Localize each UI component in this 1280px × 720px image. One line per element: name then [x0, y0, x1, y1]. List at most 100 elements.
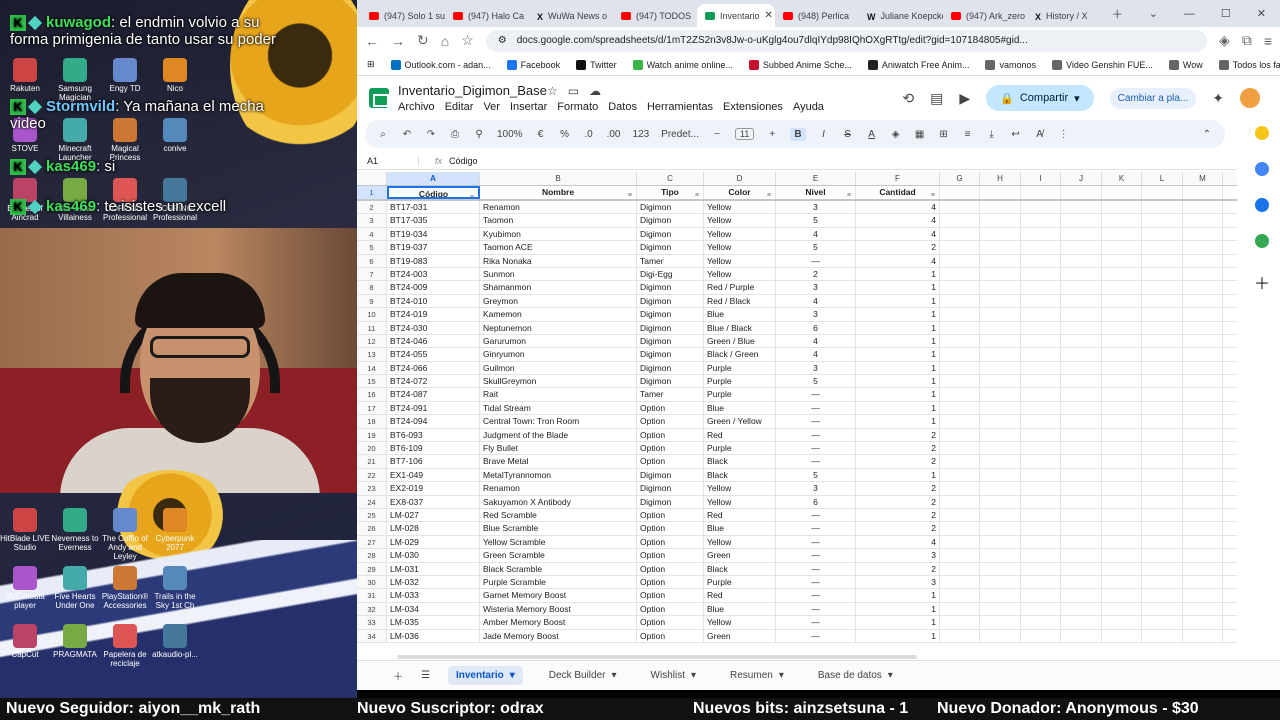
table-cell[interactable]: Black [704, 468, 776, 482]
empty-cell[interactable] [1102, 468, 1142, 482]
row-number[interactable]: 2 [357, 201, 387, 214]
table-cell[interactable]: 4 [776, 294, 856, 308]
empty-cell[interactable] [1102, 227, 1142, 241]
empty-cell[interactable] [1021, 468, 1061, 482]
empty-cell[interactable] [1183, 321, 1223, 334]
table-cell[interactable]: — [776, 549, 856, 562]
table-cell[interactable]: — [776, 602, 856, 616]
empty-cell[interactable] [1061, 415, 1102, 428]
table-cell[interactable]: 3 [776, 482, 856, 495]
empty-cell[interactable] [1183, 535, 1223, 549]
empty-cell[interactable] [1021, 227, 1061, 241]
empty-cell[interactable] [1183, 186, 1223, 199]
column-header[interactable]: E [776, 172, 856, 185]
empty-cell[interactable] [1061, 401, 1102, 415]
table-cell[interactable]: Option [637, 575, 704, 589]
empty-cell[interactable] [1142, 589, 1183, 602]
table-cell[interactable]: 1 [856, 294, 940, 308]
table-cell[interactable]: 2 [856, 495, 940, 508]
empty-cell[interactable] [980, 616, 1021, 629]
table-cell[interactable]: Yellow [704, 616, 776, 629]
empty-cell[interactable] [1142, 535, 1183, 549]
empty-cell[interactable] [1142, 415, 1183, 428]
empty-cell[interactable] [1142, 361, 1183, 375]
table-cell[interactable]: — [776, 508, 856, 522]
menu-item[interactable]: Editar [445, 101, 474, 113]
table-cell[interactable]: 2 [856, 522, 940, 535]
empty-cell[interactable] [1183, 281, 1223, 294]
table-cell[interactable]: BT24-046 [387, 334, 480, 348]
empty-cell[interactable] [1142, 401, 1183, 415]
empty-cell[interactable] [980, 455, 1021, 468]
empty-cell[interactable] [940, 442, 980, 455]
table-cell[interactable]: BT19-034 [387, 227, 480, 241]
table-cell[interactable]: BT19-037 [387, 241, 480, 254]
table-cell[interactable]: Option [637, 629, 704, 642]
table-cell[interactable]: 3 [856, 549, 940, 562]
desktop-icon[interactable]: atkaudio-pl... [150, 624, 200, 659]
sheet-tab[interactable]: Wishlist ▾ [643, 666, 704, 685]
column-header[interactable]: L [1142, 172, 1183, 185]
empty-cell[interactable] [980, 468, 1021, 482]
empty-cell[interactable] [1142, 428, 1183, 442]
table-cell[interactable]: — [776, 388, 856, 401]
text-color-icon[interactable]: A [866, 129, 878, 140]
empty-cell[interactable] [980, 575, 1021, 589]
empty-cell[interactable] [940, 267, 980, 281]
table-cell[interactable]: 2 [856, 428, 940, 442]
empty-cell[interactable] [1102, 375, 1142, 388]
empty-cell[interactable] [980, 254, 1021, 267]
empty-cell[interactable] [1142, 455, 1183, 468]
empty-cell[interactable] [1183, 348, 1223, 361]
empty-cell[interactable] [940, 348, 980, 361]
empty-cell[interactable] [1021, 482, 1061, 495]
table-cell[interactable]: Rait [480, 388, 637, 401]
table-cell[interactable]: Green [704, 549, 776, 562]
empty-cell[interactable] [940, 508, 980, 522]
empty-cell[interactable] [1183, 616, 1223, 629]
empty-cell[interactable] [980, 308, 1021, 321]
add-sheet-icon[interactable]: ＋ [393, 668, 403, 683]
table-cell[interactable]: Option [637, 508, 704, 522]
empty-cell[interactable] [1061, 535, 1102, 549]
empty-cell[interactable] [940, 334, 980, 348]
table-cell[interactable]: Option [637, 401, 704, 415]
maps-icon[interactable] [1255, 234, 1269, 248]
table-cell[interactable]: Digimon [637, 334, 704, 348]
row-number[interactable]: 3 [357, 214, 387, 227]
empty-cell[interactable] [1102, 361, 1142, 375]
table-cell[interactable]: Red [704, 589, 776, 602]
empty-cell[interactable] [1021, 442, 1061, 455]
empty-cell[interactable] [1021, 415, 1061, 428]
row-number[interactable]: 17 [357, 401, 387, 415]
table-cell[interactable]: Neptunemon [480, 321, 637, 334]
empty-cell[interactable] [1021, 281, 1061, 294]
menu-item[interactable]: Ver [483, 101, 500, 113]
empty-cell[interactable] [980, 535, 1021, 549]
table-cell[interactable]: Blue Scramble [480, 522, 637, 535]
empty-cell[interactable] [1021, 375, 1061, 388]
empty-cell[interactable] [1142, 281, 1183, 294]
extensions-icon[interactable]: ⧉ [1242, 32, 1252, 49]
empty-cell[interactable] [1183, 508, 1223, 522]
empty-cell[interactable] [980, 201, 1021, 214]
empty-cell[interactable] [980, 361, 1021, 375]
table-cell[interactable]: LM-036 [387, 629, 480, 642]
table-cell[interactable]: Jade Memory Boost [480, 629, 637, 642]
all-sheets-icon[interactable]: ☰ [421, 670, 430, 681]
empty-cell[interactable] [1061, 227, 1102, 241]
table-cell[interactable]: 3 [776, 308, 856, 321]
table-cell[interactable]: Green Scramble [480, 549, 637, 562]
empty-cell[interactable] [1102, 428, 1142, 442]
table-cell[interactable]: Black [704, 562, 776, 575]
column-header[interactable]: G [940, 172, 980, 185]
merge-cells-icon[interactable]: ⊞ [938, 129, 950, 140]
empty-cell[interactable] [1142, 508, 1183, 522]
desktop-icon[interactable]: Papelera de reciclaje [100, 624, 150, 668]
bookmark-item[interactable]: Facebook [506, 59, 560, 70]
empty-cell[interactable] [940, 186, 980, 199]
contacts-icon[interactable] [1255, 198, 1269, 212]
empty-cell[interactable] [1061, 267, 1102, 281]
table-cell[interactable]: Blue [704, 308, 776, 321]
reload-icon[interactable]: ↻ [417, 32, 429, 49]
